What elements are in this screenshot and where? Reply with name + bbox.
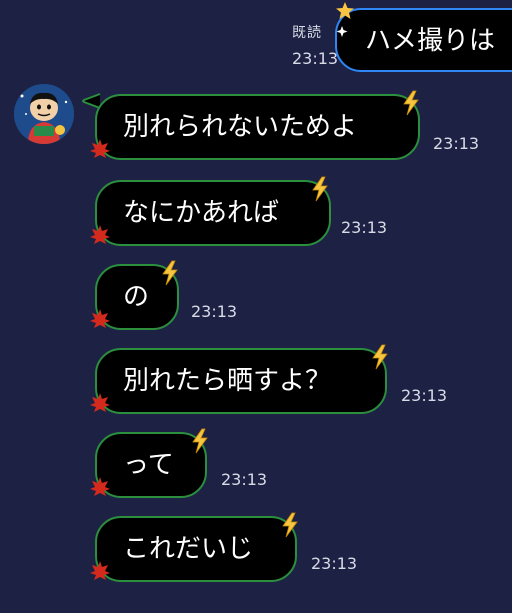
message-text: 別れたら晒すよ？ [123, 366, 332, 396]
lightning-icon [403, 90, 419, 116]
message-text: 別れられないためよ [123, 112, 358, 142]
maple-leaf-icon [90, 139, 110, 158]
lightning-icon [372, 344, 388, 370]
sent-time: 23:13 [292, 49, 339, 68]
message-time: 23:13 [401, 386, 448, 405]
sent-message-bubble[interactable]: ハメ撮りは [335, 8, 512, 72]
message-time: 23:13 [191, 302, 238, 321]
lightning-icon [282, 512, 298, 538]
chat-screen: 既読 23:13 ハメ撮りは 別れられないためよ 23:13 なにかあれば 23… [0, 0, 512, 613]
sent-message-meta: 既読 23:13 [292, 24, 338, 68]
avatar[interactable] [14, 84, 74, 144]
message-time: 23:13 [311, 554, 358, 573]
maple-leaf-icon [90, 393, 110, 412]
message-text: って [123, 450, 174, 480]
message-time: 23:13 [433, 134, 480, 153]
avatar-image [14, 84, 74, 144]
maple-leaf-icon [90, 309, 110, 328]
maple-leaf-icon [90, 561, 110, 580]
lightning-icon [312, 176, 328, 202]
star-sparkle-icon [336, 2, 354, 37]
read-receipt: 既読 [292, 25, 322, 41]
message-bubble[interactable]: これだいじ [95, 516, 297, 582]
message-bubble[interactable]: なにかあれば [95, 180, 331, 246]
message-text: の [123, 282, 150, 312]
message-text: これだいじ [123, 534, 254, 564]
sent-message-text: ハメ撮りは [365, 26, 496, 56]
message-bubble[interactable]: 別れられないためよ [95, 94, 420, 160]
message-bubble[interactable]: 別れたら晒すよ？ [95, 348, 387, 414]
message-time: 23:13 [341, 218, 388, 237]
lightning-icon [162, 260, 178, 286]
lightning-icon [192, 428, 208, 454]
maple-leaf-icon [90, 225, 110, 244]
message-time: 23:13 [221, 470, 268, 489]
maple-leaf-icon [90, 477, 110, 496]
message-text: なにかあれば [123, 198, 280, 228]
